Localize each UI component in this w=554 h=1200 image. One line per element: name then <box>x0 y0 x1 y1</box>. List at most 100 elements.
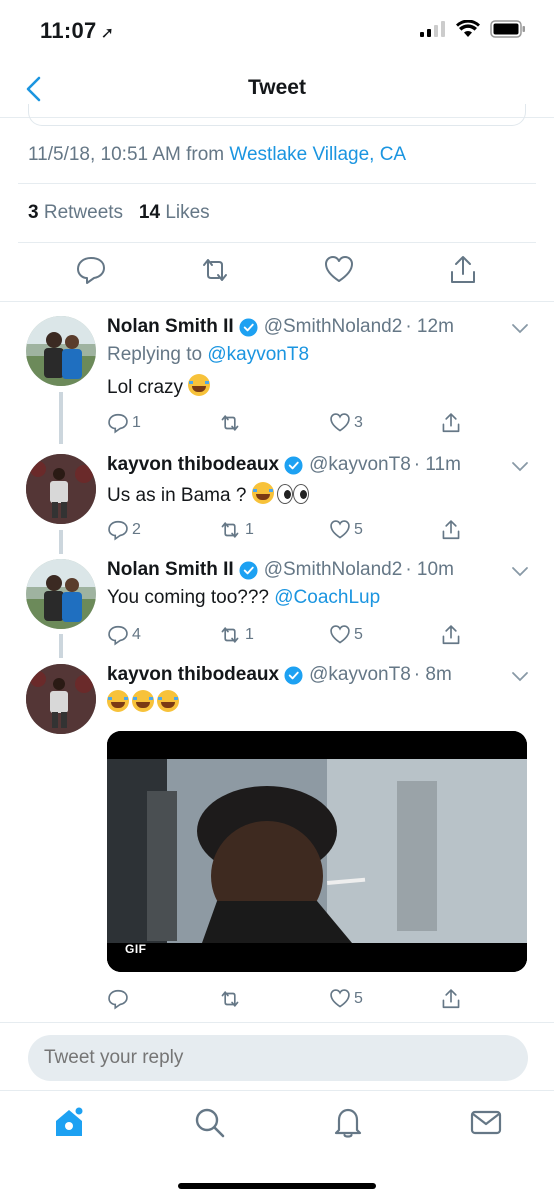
handle[interactable]: @kayvonT8 <box>309 664 411 686</box>
eyes-emoji <box>276 484 293 504</box>
share-action[interactable] <box>440 410 462 436</box>
tweet-time: · 12m <box>405 316 454 337</box>
like-icon <box>330 989 350 1008</box>
tears-of-joy-emoji <box>157 690 179 712</box>
like-icon[interactable] <box>323 254 355 286</box>
retweets-stat[interactable]: 3 Retweets <box>28 202 123 223</box>
display-name[interactable]: kayvon thibodeaux <box>107 454 279 476</box>
tweet-text: You coming too??? @CoachLup <box>107 587 381 608</box>
chevron-down-icon[interactable] <box>510 561 530 581</box>
retweet-icon <box>221 522 239 538</box>
share-icon <box>442 625 460 645</box>
retweet-action[interactable]: 1 <box>218 622 254 648</box>
divider <box>18 242 536 243</box>
share-icon <box>442 520 460 540</box>
tweet-location-link[interactable]: Westlake Village, CA <box>229 144 406 165</box>
like-action[interactable]: 5 <box>329 622 363 648</box>
retweet-action[interactable] <box>218 986 245 1012</box>
chevron-down-icon[interactable] <box>510 318 530 338</box>
avatar[interactable] <box>26 316 96 386</box>
display-name[interactable]: Nolan Smith II <box>107 316 234 338</box>
cellular-signal-icon <box>420 21 445 37</box>
avatar[interactable] <box>26 559 96 629</box>
reply-action[interactable]: 1 <box>107 410 141 436</box>
tears-of-joy-emoji <box>107 690 129 712</box>
handle[interactable]: @kayvonT8 <box>309 454 411 476</box>
reply-input[interactable] <box>28 1035 528 1081</box>
verified-icon <box>284 455 303 475</box>
mention-link[interactable]: @kayvonT8 <box>207 344 309 365</box>
retweet-action[interactable]: 1 <box>218 517 254 543</box>
tweet-actions: 5 <box>0 986 554 1012</box>
avatar[interactable] <box>26 454 96 524</box>
share-action[interactable] <box>440 622 462 648</box>
reply-icon <box>108 989 128 1010</box>
like-icon <box>330 625 350 644</box>
status-time: 11:07 ➚ <box>40 18 115 43</box>
main-tweet-actions <box>0 254 554 294</box>
page-title: Tweet <box>248 76 306 99</box>
gif-media[interactable]: GIF <box>107 731 527 972</box>
tweet-time: · 8m <box>413 664 452 685</box>
share-action[interactable] <box>440 517 462 543</box>
reply-icon <box>108 625 128 646</box>
verified-icon <box>239 317 258 337</box>
share-action[interactable] <box>440 986 462 1012</box>
search-icon[interactable] <box>192 1105 226 1139</box>
like-icon <box>330 413 350 432</box>
avatar[interactable] <box>26 664 96 734</box>
like-action[interactable]: 3 <box>329 410 363 436</box>
reply-action[interactable] <box>107 986 132 1012</box>
chevron-down-icon[interactable] <box>510 666 530 686</box>
home-icon[interactable] <box>52 1105 86 1139</box>
reply-header: kayvon thibodeaux @kayvonT8 · 8m <box>107 664 452 686</box>
tweet-text <box>107 690 182 715</box>
retweet-icon <box>221 991 239 1007</box>
like-action[interactable]: 5 <box>329 517 363 543</box>
retweet-action[interactable] <box>218 410 245 436</box>
share-icon[interactable] <box>447 254 479 286</box>
reply-composer <box>0 1022 554 1090</box>
tweet-actions: 2 1 5 <box>0 517 554 543</box>
reply-icon <box>108 520 128 541</box>
display-name[interactable]: Nolan Smith II <box>107 559 234 581</box>
handle[interactable]: @SmithNoland2 <box>264 316 403 338</box>
tears-of-joy-emoji <box>188 374 211 396</box>
tweet-stats: 3 Retweets 14 Likes <box>28 202 210 224</box>
eyes-emoji <box>292 484 309 504</box>
mention-link[interactable]: @CoachLup <box>274 587 380 608</box>
handle[interactable]: @SmithNoland2 <box>264 559 403 581</box>
status-bar: 11:07 ➚ <box>0 0 554 60</box>
messages-icon[interactable] <box>469 1105 503 1139</box>
reply-header: kayvon thibodeaux @kayvonT8 · 11m <box>107 454 461 476</box>
reply-action[interactable]: 2 <box>107 517 141 543</box>
reply-icon[interactable] <box>75 254 107 286</box>
gif-badge: GIF <box>125 942 147 956</box>
reply-icon <box>108 413 128 434</box>
home-indicator <box>178 1183 376 1189</box>
retweet-icon <box>221 415 239 431</box>
display-name[interactable]: kayvon thibodeaux <box>107 664 279 686</box>
like-action[interactable]: 5 <box>329 986 363 1012</box>
tears-of-joy-emoji <box>251 482 274 504</box>
tears-of-joy-emoji <box>132 690 154 712</box>
reply-action[interactable]: 4 <box>107 622 141 648</box>
like-icon <box>330 520 350 539</box>
quoted-card-edge <box>28 104 526 126</box>
tweet-text: Us as in Bama ? <box>107 482 309 507</box>
tweet-actions: 1 3 <box>0 410 554 436</box>
retweet-icon[interactable] <box>199 254 231 286</box>
replying-to: Replying to @kayvonT8 <box>107 344 310 365</box>
tweet-time: · 10m <box>405 559 454 580</box>
tweet-timestamp: 11/5/18, 10:51 AM from Westlake Village,… <box>28 144 407 165</box>
tweet-time: · 11m <box>413 454 461 475</box>
tweet-actions: 4 1 5 <box>0 622 554 648</box>
likes-stat[interactable]: 14 Likes <box>139 202 210 223</box>
chevron-down-icon[interactable] <box>510 456 530 476</box>
share-icon <box>442 989 460 1009</box>
notifications-icon[interactable] <box>331 1105 365 1139</box>
verified-icon <box>284 665 303 685</box>
reply-header: Nolan Smith II @SmithNoland2 · 12m <box>107 316 454 338</box>
wifi-icon <box>456 20 480 37</box>
tweet-text: Lol crazy <box>107 374 213 399</box>
